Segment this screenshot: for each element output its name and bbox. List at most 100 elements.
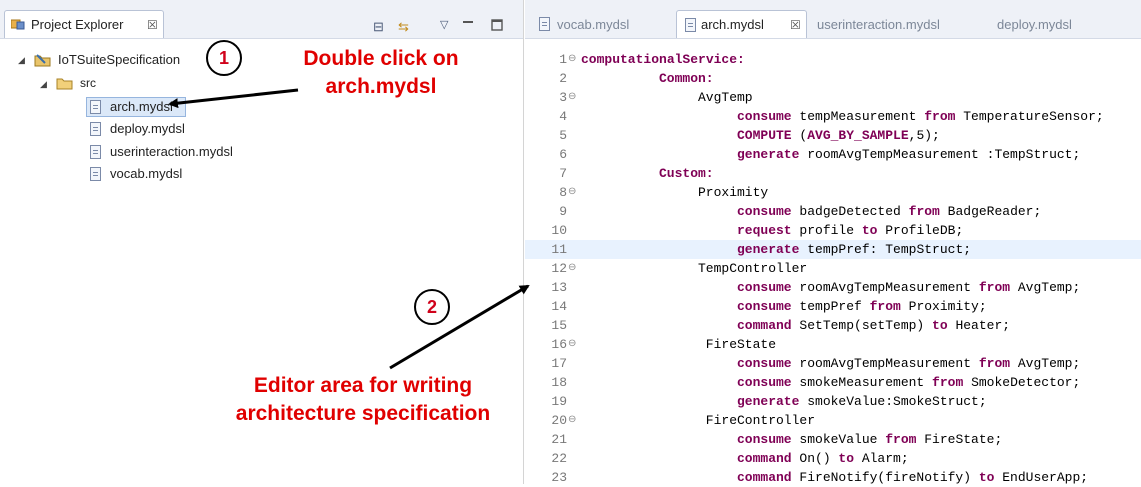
code-text: generate roomAvgTempMeasurement :TempStr… <box>737 145 1080 164</box>
keyword-token: consume <box>737 299 792 314</box>
file-icon <box>90 167 101 181</box>
code-text: command SetTemp(setTemp) to Heater; <box>737 316 1010 335</box>
code-line[interactable]: 2 Common: <box>525 69 1141 88</box>
code-text: consume badgeDetected from BadgeReader; <box>737 202 1041 221</box>
expanded-arrow-icon[interactable]: ◢ <box>18 55 25 66</box>
keyword-token: COMPUTE <box>737 128 792 143</box>
tree-item-deploy-file[interactable]: deploy.mydsl <box>0 119 200 139</box>
tab-label: arch.mydsl <box>701 17 764 32</box>
code-token: FireController <box>705 413 816 428</box>
step-1-line2: arch.mydsl <box>325 75 437 98</box>
code-token: ( <box>791 128 808 143</box>
fold-toggle-icon[interactable]: ⊖ <box>568 335 576 354</box>
code-line[interactable]: 7 Custom: <box>525 164 1141 183</box>
line-number: 13 <box>551 280 567 295</box>
code-line[interactable]: 17 consume roomAvgTempMeasurement from Av… <box>525 354 1141 373</box>
file-icon <box>90 145 101 159</box>
project-explorer-tab[interactable]: Project Explorer ☒ <box>4 10 164 38</box>
project-explorer-tabbar: Project Explorer ☒ ⊟ ⇆ ▽ <box>0 0 523 39</box>
code-line[interactable]: 9 consume badgeDetected from BadgeReader; <box>525 202 1141 221</box>
line-number: 17 <box>551 356 567 371</box>
keyword-token: consume <box>737 375 792 390</box>
line-number: 22 <box>551 451 567 466</box>
code-token: smokeValue:SmokeStruct; <box>799 394 987 409</box>
code-token: Heater; <box>947 318 1011 333</box>
tree-item-project[interactable]: ◢ IoTSuiteSpecification <box>0 50 240 70</box>
line-number: 12 <box>551 261 567 276</box>
editor-tabbar: vocab.mydsl arch.mydsl ☒ userinteraction… <box>525 0 1141 39</box>
code-line[interactable]: 11 generate tempPref: TempStruct; <box>525 240 1141 259</box>
code-line[interactable]: 4 consume tempMeasurement from Temperatur… <box>525 107 1141 126</box>
code-line[interactable]: 6 generate roomAvgTempMeasurement :TempSt… <box>525 145 1141 164</box>
code-editor[interactable]: 1 ⊖ computationalService: 2 Common: 3 ⊖ AvgTemp… <box>525 39 1141 487</box>
tree-item-userinteraction-file[interactable]: userinteraction.mydsl <box>0 142 260 162</box>
fold-toggle-icon[interactable]: ⊖ <box>568 183 576 202</box>
step-1-line1: Double click on <box>303 47 459 70</box>
code-line[interactable]: 1 ⊖ computationalService: <box>525 50 1141 69</box>
tab-label: userinteraction.mydsl <box>817 17 940 32</box>
code-text: request profile to ProfileDB; <box>737 221 963 240</box>
collapse-all-icon[interactable]: ⊟ <box>373 20 384 34</box>
code-token: FireNotify(fireNotify) <box>791 470 979 485</box>
code-line[interactable]: 20 ⊖ FireController <box>525 411 1141 430</box>
code-token: AvgTemp <box>698 90 753 105</box>
minimize-icon[interactable] <box>461 18 475 32</box>
tree-item-arch-file[interactable]: arch.mydsl <box>0 97 200 117</box>
code-line[interactable]: 14 consume tempPref from Proximity; <box>525 297 1141 316</box>
file-icon <box>90 122 101 136</box>
line-number: 2 <box>559 71 567 86</box>
maximize-icon[interactable] <box>490 18 504 32</box>
code-line[interactable]: 15 command SetTemp(setTemp) to Heater; <box>525 316 1141 335</box>
code-line[interactable]: 18 consume smokeMeasurement from SmokeDet… <box>525 373 1141 392</box>
folder-name: src <box>80 76 96 90</box>
keyword-token: to <box>861 223 878 238</box>
step-1-badge: 1 <box>206 40 242 76</box>
code-line[interactable]: 23 command FireNotify(fireNotify) to EndU… <box>525 468 1141 487</box>
code-line[interactable]: 5 COMPUTE (AVG_BY_SAMPLE,5); <box>525 126 1141 145</box>
expanded-arrow-icon[interactable]: ◢ <box>40 79 47 90</box>
code-token: EndUserApp; <box>994 470 1089 485</box>
fold-toggle-icon[interactable]: ⊖ <box>568 88 576 107</box>
line-number: 19 <box>551 394 567 409</box>
tab-deploy[interactable]: deploy.mydsl <box>997 12 1107 38</box>
code-line[interactable]: 16 ⊖ FireState <box>525 335 1141 354</box>
code-token: Proximity; <box>900 299 987 314</box>
line-number: 1 <box>559 52 567 67</box>
tab-vocab[interactable]: vocab.mydsl <box>539 12 669 38</box>
tree-item-src[interactable]: ◢ src <box>0 74 120 94</box>
close-icon[interactable]: ☒ <box>147 19 158 31</box>
link-with-editor-icon[interactable]: ⇆ <box>398 20 409 34</box>
tree-item-vocab-file[interactable]: vocab.mydsl <box>0 164 200 184</box>
line-number: 20 <box>551 413 567 428</box>
file-name: vocab.mydsl <box>110 166 183 181</box>
line-number: 8 <box>559 185 567 200</box>
code-line[interactable]: 8 ⊖ Proximity <box>525 183 1141 202</box>
code-line[interactable]: 21 consume smokeValue from FireState; <box>525 430 1141 449</box>
code-line[interactable]: 12 ⊖ TempController <box>525 259 1141 278</box>
code-text: FireController <box>706 411 815 430</box>
line-number: 23 <box>551 470 567 485</box>
code-line[interactable]: 22 command On() to Alarm; <box>525 449 1141 468</box>
line-number: 21 <box>551 432 567 447</box>
close-icon[interactable]: ☒ <box>790 19 801 31</box>
keyword-token: consume <box>737 432 792 447</box>
tab-userinteraction[interactable]: userinteraction.mydsl <box>817 12 977 38</box>
fold-toggle-icon[interactable]: ⊖ <box>568 411 576 430</box>
tab-arch[interactable]: arch.mydsl ☒ <box>676 10 807 38</box>
keyword-token: Common: <box>659 71 714 86</box>
file-icon <box>685 18 696 32</box>
code-line[interactable]: 19 generate smokeValue:SmokeStruct; <box>525 392 1141 411</box>
keyword-token: generate <box>737 394 800 409</box>
code-token: roomAvgTempMeasurement :TempStruct; <box>799 147 1081 162</box>
fold-toggle-icon[interactable]: ⊖ <box>568 50 576 69</box>
fold-toggle-icon[interactable]: ⊖ <box>568 259 576 278</box>
code-line[interactable]: 10 request profile to ProfileDB; <box>525 221 1141 240</box>
code-line[interactable]: 3 ⊖ AvgTemp <box>525 88 1141 107</box>
line-number: 14 <box>551 299 567 314</box>
view-menu-icon[interactable]: ▽ <box>440 18 448 32</box>
file-name: deploy.mydsl <box>110 121 185 136</box>
code-token: FireState <box>705 337 777 352</box>
code-line[interactable]: 13 consume roomAvgTempMeasurement from Av… <box>525 278 1141 297</box>
code-text: Proximity <box>698 183 768 202</box>
line-number: 5 <box>559 128 567 143</box>
